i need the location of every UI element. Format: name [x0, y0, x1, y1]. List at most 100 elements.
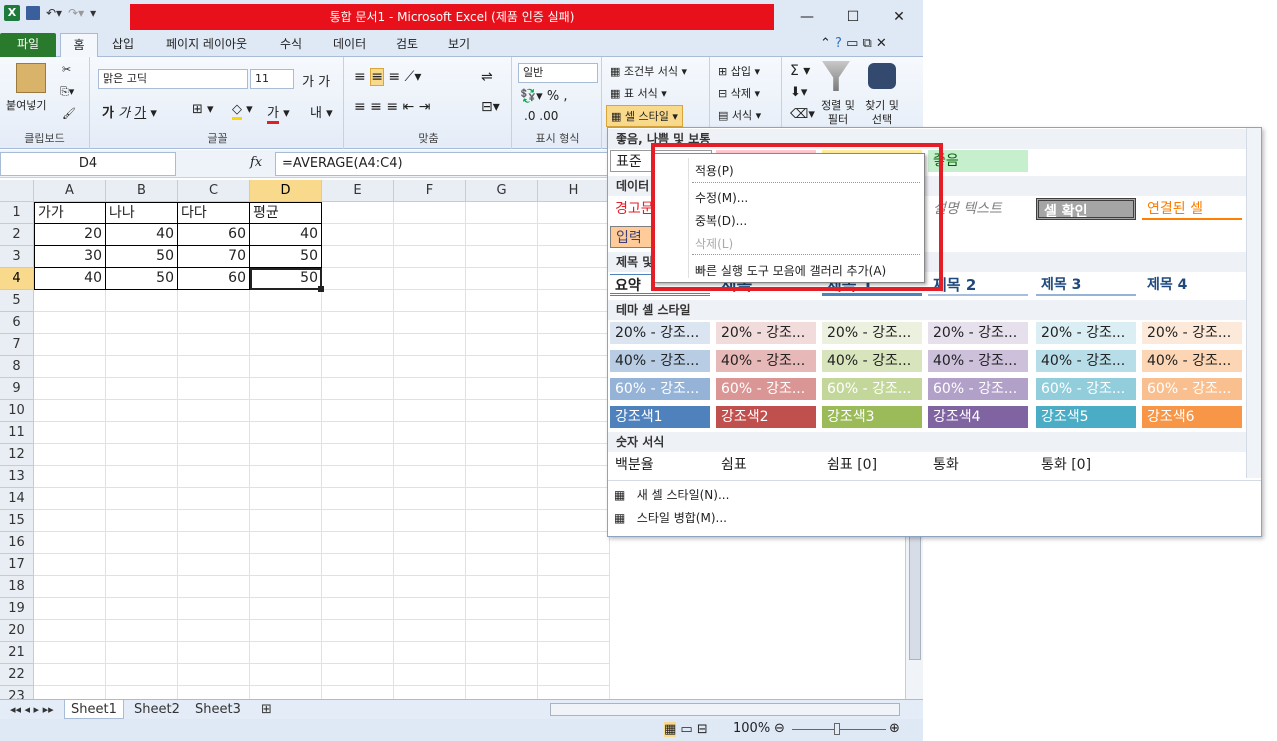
cell-e10[interactable] [322, 400, 394, 422]
style-good[interactable]: 좋음 [928, 150, 1028, 172]
cell-g13[interactable] [466, 466, 538, 488]
cell-h2[interactable] [538, 224, 610, 246]
select-all-corner[interactable] [0, 180, 34, 202]
cell-h20[interactable] [538, 620, 610, 642]
cell-g16[interactable] [466, 532, 538, 554]
style-accent20-4[interactable]: 20% - 강조... [928, 322, 1028, 344]
horizontal-align-icons[interactable]: ≡ ≡ ≡ ⇤ ⇥ [354, 99, 430, 115]
cell-b16[interactable] [106, 532, 178, 554]
style-comma-0[interactable]: 쉼표 [0] [822, 454, 922, 476]
customize-qat-icon[interactable]: ▾ [90, 6, 96, 20]
cell-a10[interactable] [34, 400, 106, 422]
cell-d5[interactable] [250, 290, 322, 312]
cell-g4[interactable] [466, 268, 538, 290]
row-header-14[interactable]: 14 [0, 488, 34, 510]
format-cells-button[interactable]: ▤ 서식 ▾ [718, 107, 761, 123]
style-accent60-1[interactable]: 60% - 강조... [610, 378, 710, 400]
cell-d15[interactable] [250, 510, 322, 532]
autosum-icon[interactable]: Σ ▾ [790, 63, 810, 79]
cell-c19[interactable] [178, 598, 250, 620]
sheet-tab-1[interactable]: Sheet1 [64, 700, 124, 719]
cell-h11[interactable] [538, 422, 610, 444]
row-header-12[interactable]: 12 [0, 444, 34, 466]
style-accent40-6[interactable]: 40% - 강조... [1142, 350, 1242, 372]
cell-g11[interactable] [466, 422, 538, 444]
cell-a13[interactable] [34, 466, 106, 488]
cell-d17[interactable] [250, 554, 322, 576]
maximize-button[interactable]: ☐ [830, 4, 876, 30]
vertical-align-icons[interactable]: ≡ ≡ ≡ ⟋▾ [354, 68, 421, 86]
view-buttons[interactable]: ▦ ▭ ⊟ [664, 722, 708, 737]
cell-h15[interactable] [538, 510, 610, 532]
column-header-a[interactable]: A [34, 180, 106, 202]
cell-f2[interactable] [394, 224, 466, 246]
fill-icon[interactable]: ⬇▾ [790, 85, 807, 100]
cell-h9[interactable] [538, 378, 610, 400]
cell-h18[interactable] [538, 576, 610, 598]
style-accent60-4[interactable]: 60% - 강조... [928, 378, 1028, 400]
cell-d1[interactable]: 평균 [250, 202, 322, 224]
style-currency[interactable]: 통화 [928, 454, 1028, 476]
cell-b17[interactable] [106, 554, 178, 576]
cell-c11[interactable] [178, 422, 250, 444]
cell-d16[interactable] [250, 532, 322, 554]
style-accent60-6[interactable]: 60% - 강조... [1142, 378, 1242, 400]
row-header-9[interactable]: 9 [0, 378, 34, 400]
cell-c10[interactable] [178, 400, 250, 422]
gallery-scrollbar[interactable] [1246, 128, 1261, 478]
style-accent-6[interactable]: 강조색6 [1142, 406, 1242, 428]
cell-e9[interactable] [322, 378, 394, 400]
cell-e19[interactable] [322, 598, 394, 620]
insert-sheet-icon[interactable]: ⊞ [255, 700, 278, 719]
cell-g9[interactable] [466, 378, 538, 400]
cell-h21[interactable] [538, 642, 610, 664]
row-header-2[interactable]: 2 [0, 224, 34, 246]
cell-f8[interactable] [394, 356, 466, 378]
cell-d14[interactable] [250, 488, 322, 510]
cell-d21[interactable] [250, 642, 322, 664]
cell-b10[interactable] [106, 400, 178, 422]
minimize-button[interactable]: — [784, 4, 830, 30]
format-table-button[interactable]: ▦ 표 서식 ▾ [610, 85, 667, 101]
cell-d6[interactable] [250, 312, 322, 334]
conditional-format-button[interactable]: ▦ 조건부 서식 ▾ [610, 63, 687, 79]
cell-d13[interactable] [250, 466, 322, 488]
cell-a12[interactable] [34, 444, 106, 466]
cell-g5[interactable] [466, 290, 538, 312]
style-accent20-5[interactable]: 20% - 강조... [1036, 322, 1136, 344]
cell-d20[interactable] [250, 620, 322, 642]
excel-logo-icon[interactable]: X [4, 5, 20, 21]
tab-formulas[interactable]: 수식 [272, 33, 310, 57]
cell-b3[interactable]: 50 [106, 246, 178, 268]
font-size-combo[interactable]: 11 [250, 69, 294, 89]
sheet-nav-arrows[interactable]: ◂◂ ◂ ▸ ▸▸ [4, 700, 60, 719]
paste-button[interactable]: 붙여넣기 [6, 97, 46, 113]
font-color-icon[interactable]: 가 ▾ [267, 102, 290, 124]
cell-e22[interactable] [322, 664, 394, 686]
cell-c22[interactable] [178, 664, 250, 686]
cell-d22[interactable] [250, 664, 322, 686]
sort-filter-icon[interactable] [822, 61, 850, 91]
cell-f5[interactable] [394, 290, 466, 312]
cell-h12[interactable] [538, 444, 610, 466]
cell-c1[interactable]: 다다 [178, 202, 250, 224]
cell-a8[interactable] [34, 356, 106, 378]
cell-f11[interactable] [394, 422, 466, 444]
cell-b2[interactable]: 40 [106, 224, 178, 246]
cell-h6[interactable] [538, 312, 610, 334]
style-accent60-2[interactable]: 60% - 강조... [716, 378, 816, 400]
save-icon[interactable] [26, 6, 40, 20]
style-check-cell[interactable]: 셀 확인 [1036, 198, 1136, 220]
bold-italic-underline-icons[interactable]: 가 가 가 ▾ [102, 102, 157, 121]
cell-a15[interactable] [34, 510, 106, 532]
row-header-11[interactable]: 11 [0, 422, 34, 444]
style-accent-5[interactable]: 강조색5 [1036, 406, 1136, 428]
column-header-f[interactable]: F [394, 180, 466, 202]
cell-b14[interactable] [106, 488, 178, 510]
undo-icon[interactable]: ↶▾ [46, 6, 62, 20]
style-accent40-2[interactable]: 40% - 강조... [716, 350, 816, 372]
cell-g12[interactable] [466, 444, 538, 466]
column-header-e[interactable]: E [322, 180, 394, 202]
cell-d9[interactable] [250, 378, 322, 400]
cell-e8[interactable] [322, 356, 394, 378]
